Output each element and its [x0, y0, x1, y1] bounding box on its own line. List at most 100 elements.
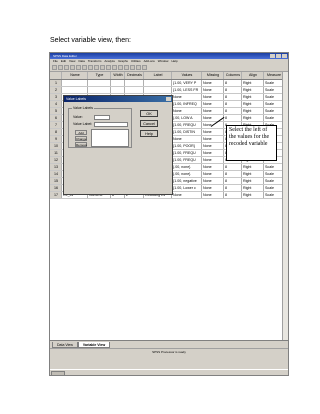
cell-type[interactable] [88, 87, 111, 93]
cell-align[interactable]: Right [242, 94, 264, 100]
value-input[interactable] [94, 115, 110, 120]
close-button[interactable] [282, 54, 287, 58]
vertical-scrollbar[interactable] [282, 72, 288, 340]
header-type[interactable]: Type [88, 72, 111, 79]
cell-missing[interactable]: None [202, 94, 224, 100]
cell-measure[interactable]: Scale [264, 171, 284, 177]
cell-columns[interactable]: 8 [224, 87, 242, 93]
cell-values[interactable]: {1.00, negative [172, 178, 202, 184]
cell-missing[interactable]: None [202, 185, 224, 191]
cell-measure[interactable]: Scale [264, 94, 284, 100]
insert-variable-icon[interactable] [118, 65, 123, 70]
header-missing[interactable]: Missing [202, 72, 224, 79]
dialog-recall-icon[interactable] [70, 65, 75, 70]
variables-icon[interactable] [100, 65, 105, 70]
ok-button[interactable]: OK [140, 110, 158, 117]
cell-values[interactable]: {1.00, FREQU [172, 150, 202, 156]
cell-missing[interactable]: None [202, 192, 224, 198]
table-row[interactable]: 2 {1.00, LESS FR None 8 Right Scale [50, 87, 284, 94]
cell-columns[interactable]: 8 [224, 185, 242, 191]
cell-align[interactable]: Right [242, 101, 264, 107]
cell-width[interactable] [111, 87, 125, 93]
cell-columns[interactable]: 8 [224, 108, 242, 114]
header-align[interactable]: Align [242, 72, 264, 79]
cell-values[interactable]: {1.00, Lower c [172, 185, 202, 191]
cell-values[interactable]: {1.00, INFREQ [172, 101, 202, 107]
cell-decimals[interactable] [125, 80, 144, 86]
cell-columns[interactable]: 8 [224, 115, 242, 121]
start-button[interactable] [51, 371, 65, 375]
cell-measure[interactable]: Scale [264, 164, 284, 170]
cell-values[interactable]: {1.00, POOR} [172, 143, 202, 149]
cell-missing[interactable]: None [202, 101, 224, 107]
add-button[interactable]: Add [75, 130, 87, 135]
cell-columns[interactable]: 8 [224, 192, 242, 198]
cell-measure[interactable]: Scale [264, 80, 284, 86]
open-icon[interactable] [52, 65, 57, 70]
header-measure[interactable]: Measure [264, 72, 284, 79]
cell-values[interactable]: {1.00, VERY P [172, 80, 202, 86]
cell-decimals[interactable] [125, 87, 144, 93]
cell-type[interactable] [88, 80, 111, 86]
cell-columns[interactable]: 8 [224, 171, 242, 177]
table-row[interactable]: 1 {1.00, VERY P None 8 Right Scale [50, 80, 284, 87]
cell-missing[interactable]: None [202, 178, 224, 184]
cell-align[interactable]: Right [242, 108, 264, 114]
header-columns[interactable]: Columns [224, 72, 242, 79]
cell-align[interactable]: Right [242, 87, 264, 93]
minimize-button[interactable] [270, 54, 275, 58]
cell-missing[interactable]: None [202, 157, 224, 163]
cell-values[interactable]: {.00, LOW A [172, 115, 202, 121]
value-label-input[interactable] [94, 122, 128, 127]
cell-align[interactable]: Right [242, 192, 264, 198]
cell-measure[interactable]: Scale [264, 178, 284, 184]
value-labels-icon[interactable] [142, 65, 147, 70]
cell-missing[interactable]: None [202, 80, 224, 86]
change-button[interactable]: Change [75, 136, 87, 141]
cell-measure[interactable]: Scale [264, 101, 284, 107]
cell-values[interactable]: {.00, none} [172, 171, 202, 177]
cell-align[interactable]: Right [242, 185, 264, 191]
cell-values[interactable]: {1.00, FREQU [172, 122, 202, 128]
header-decimals[interactable]: Decimals [125, 72, 144, 79]
maximize-button[interactable] [276, 54, 281, 58]
cell-measure[interactable]: Scale [264, 108, 284, 114]
cell-values[interactable]: {1.00, LESS FR [172, 87, 202, 93]
cell-missing[interactable]: None [202, 164, 224, 170]
header-label[interactable]: Label [144, 72, 172, 79]
cell-values[interactable]: {.00, none} [172, 164, 202, 170]
redo-icon[interactable] [82, 65, 87, 70]
cell-columns[interactable]: 8 [224, 101, 242, 107]
cell-align[interactable]: Right [242, 115, 264, 121]
cell-columns[interactable]: 8 [224, 164, 242, 170]
insert-cases-icon[interactable] [112, 65, 117, 70]
cell-missing[interactable]: None [202, 171, 224, 177]
find-icon[interactable] [106, 65, 111, 70]
value-labels-list[interactable] [91, 129, 129, 147]
cell-missing[interactable]: None [202, 136, 224, 142]
save-icon[interactable] [58, 65, 63, 70]
goto-chart-icon[interactable] [88, 65, 93, 70]
cell-values[interactable]: None [172, 192, 202, 198]
split-file-icon[interactable] [124, 65, 129, 70]
cell-values[interactable]: {1.00, DISTIN [172, 129, 202, 135]
help-button[interactable]: Help [140, 130, 158, 137]
cell-missing[interactable]: None [202, 129, 224, 135]
close-icon[interactable] [166, 97, 171, 101]
cell-columns[interactable]: 8 [224, 178, 242, 184]
cell-values[interactable]: None [172, 94, 202, 100]
header-width[interactable]: Width [111, 72, 125, 79]
cell-align[interactable]: Right [242, 80, 264, 86]
cell-values[interactable]: None [172, 136, 202, 142]
header-values[interactable]: Values [172, 72, 202, 79]
cell-width[interactable] [111, 80, 125, 86]
remove-button[interactable]: Remove [75, 142, 87, 147]
print-icon[interactable] [64, 65, 69, 70]
cell-align[interactable]: Right [242, 178, 264, 184]
weight-cases-icon[interactable] [130, 65, 135, 70]
cell-name[interactable] [62, 87, 88, 93]
cancel-button[interactable]: Cancel [140, 120, 158, 127]
cell-measure[interactable]: Scale [264, 87, 284, 93]
cell-columns[interactable]: 8 [224, 80, 242, 86]
cell-align[interactable]: Right [242, 171, 264, 177]
